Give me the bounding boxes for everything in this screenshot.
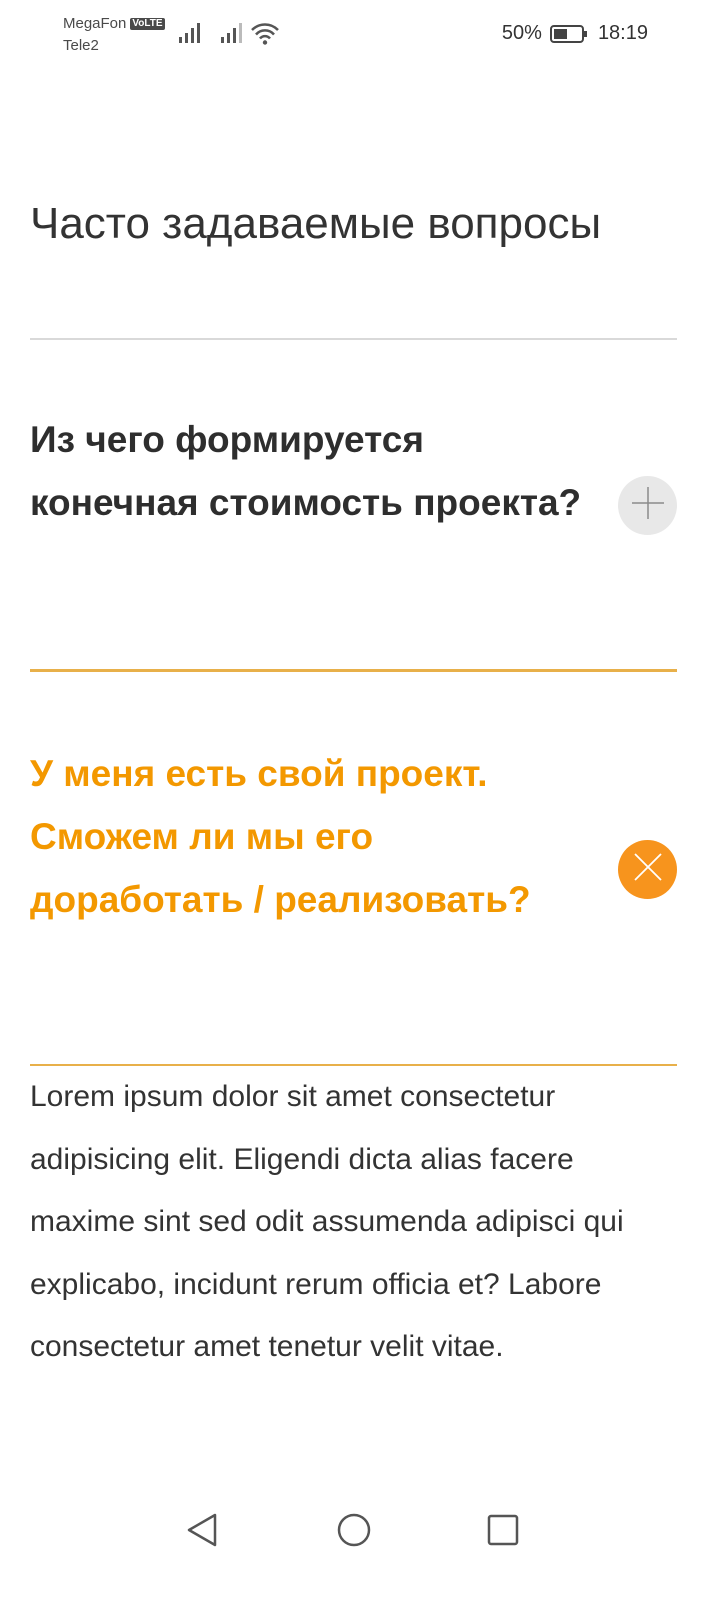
faq-question[interactable]: Из чего формируется конечная стоимость п… (30, 408, 590, 534)
collapse-button[interactable] (618, 840, 677, 899)
faq-divider (30, 669, 677, 672)
status-bar: MegaFon VoLTE Tele2 50% 18:19 (0, 0, 720, 70)
volte-badge: VoLTE (130, 17, 165, 30)
faq-question[interactable]: У меня есть свой проект. Сможем ли мы ег… (30, 742, 590, 931)
plus-icon (630, 485, 666, 526)
signal-icon (220, 22, 246, 49)
home-icon[interactable] (336, 1512, 372, 1553)
carrier-1: MegaFon VoLTE (63, 15, 165, 32)
back-icon[interactable] (185, 1512, 219, 1553)
divider (30, 338, 677, 340)
recent-apps-icon[interactable] (486, 1513, 520, 1552)
carrier-1-name: MegaFon (63, 15, 127, 32)
signal-icon (178, 22, 204, 49)
battery-percent: 50% (501, 22, 542, 44)
page-title: Часто задаваемые вопросы (30, 199, 602, 248)
battery-icon (549, 24, 588, 44)
navigation-bar (0, 1500, 720, 1560)
faq-item: Из чего формируется конечная стоимость п… (30, 408, 677, 535)
wifi-icon (250, 22, 280, 51)
status-right: 50% 18:19 (502, 22, 648, 45)
clock: 18:19 (597, 22, 648, 44)
close-icon (632, 851, 664, 888)
faq-answer: Lorem ipsum dolor sit amet consectetur a… (30, 1080, 624, 1363)
carrier-2-name: Tele2 (63, 37, 99, 54)
expand-button[interactable] (618, 476, 677, 535)
faq-item-expanded: У меня есть свой проект. Сможем ли мы ег… (30, 742, 677, 931)
